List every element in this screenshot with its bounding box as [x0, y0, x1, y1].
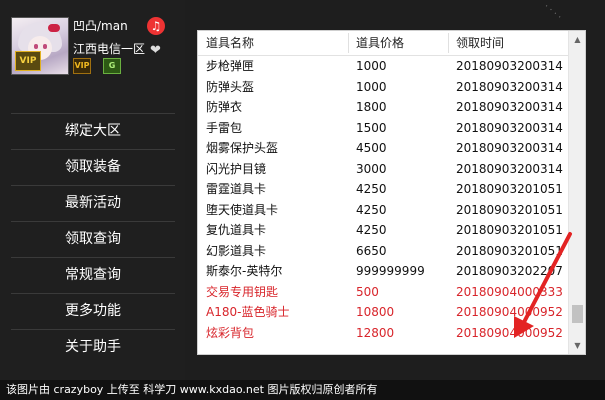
cell-item-name: 幻影道具卡	[206, 243, 267, 258]
cell-item-name: 雷霆道具卡	[206, 182, 267, 196]
menu-item-claim-equipment[interactable]: 领取装备	[11, 149, 175, 185]
scrollbar-thumb[interactable]	[572, 305, 583, 324]
table-row[interactable]: 防弹衣 1800 20180903200314	[198, 97, 568, 118]
cell-item-price: 4250	[356, 202, 387, 217]
table-row[interactable]: 烟雾保护头盔 4500 20180903200314	[198, 138, 568, 159]
table-header: 道具名称 道具价格 领取时间	[198, 31, 568, 56]
table-row[interactable]: 斯泰尔-英特尔 999999999 20180903202207	[198, 261, 568, 282]
cell-claim-time: 20180903200314	[456, 141, 563, 155]
cell-item-price: 6650	[356, 243, 387, 258]
cell-item-name: 步枪弹匣	[206, 59, 255, 73]
table-row[interactable]: 雷霆道具卡 4250 20180903201051	[198, 179, 568, 200]
username: 凹凸/man	[73, 19, 128, 33]
corner-watermark: · · · ·	[541, 2, 564, 23]
cell-claim-time: 20180903200314	[456, 120, 563, 135]
table-row[interactable]: 手雷包 1500 20180903200314	[198, 118, 568, 139]
cell-item-name: 烟雾保护头盔	[206, 141, 279, 155]
cell-item-price: 10800	[356, 305, 395, 319]
cell-claim-time: 20180903201051	[456, 202, 563, 217]
cell-item-price: 12800	[356, 325, 395, 340]
menu-item-more-features[interactable]: 更多功能	[11, 293, 175, 329]
cell-item-name: A180-蓝色骑士	[206, 305, 290, 319]
image-credit-footer: 该图片由 crazyboy 上传至 科学刀 www.kxdao.net 图片版权…	[0, 380, 605, 400]
column-header-price[interactable]: 道具价格	[356, 31, 404, 55]
cell-claim-time: 20180903200314	[456, 79, 563, 94]
green-badge-icon: G	[103, 58, 121, 74]
menu-item-claim-query[interactable]: 领取查询	[11, 221, 175, 257]
item-list-panel: 道具名称 道具价格 领取时间 步枪弹匣 1000 20180903200314 防弹头…	[197, 30, 586, 355]
avatar-eye	[34, 44, 38, 49]
column-header-time[interactable]: 领取时间	[456, 31, 504, 55]
cell-item-name: 交易专用钥匙	[206, 284, 279, 299]
cell-item-price: 999999999	[356, 264, 425, 278]
table-row[interactable]: 复仇道具卡 4250 20180903201051	[198, 220, 568, 241]
cell-item-name: 堕天使道具卡	[206, 202, 279, 217]
cell-item-name: 斯泰尔-英特尔	[206, 264, 283, 278]
avatar-eye	[43, 44, 47, 49]
cell-item-price: 1800	[356, 100, 387, 114]
cell-item-name: 复仇道具卡	[206, 223, 267, 237]
menu-item-latest-events[interactable]: 最新活动	[11, 185, 175, 221]
table-row[interactable]: 防弹头盔 1000 20180903200314	[198, 77, 568, 98]
cell-claim-time: 20180904000952	[456, 325, 563, 340]
cell-item-name: 防弹衣	[206, 100, 243, 114]
cell-item-price: 500	[356, 284, 379, 299]
cell-item-price: 1500	[356, 120, 387, 135]
column-header-name[interactable]: 道具名称	[206, 31, 254, 55]
cell-item-price: 4500	[356, 141, 387, 155]
cell-claim-time: 20180903200314	[456, 100, 563, 114]
menu-item-bind-region[interactable]: 绑定大区	[11, 113, 175, 149]
cell-item-name: 闪光护目镜	[206, 161, 267, 176]
vip-level-badge: VIP	[15, 51, 41, 71]
cell-claim-time: 20180903200314	[456, 59, 563, 73]
table-row[interactable]: 交易专用钥匙 500 20180904000333	[198, 282, 568, 303]
cell-item-price: 4250	[356, 182, 387, 196]
avatar-ribbon	[48, 24, 60, 32]
table-row[interactable]: 步枪弹匣 1000 20180903200314	[198, 56, 568, 77]
table-row[interactable]: 幻影道具卡 6650 20180903201051	[198, 241, 568, 262]
column-divider[interactable]	[348, 33, 349, 53]
cell-item-name: 防弹头盔	[206, 79, 255, 94]
cell-item-price: 1000	[356, 79, 387, 94]
cell-item-price: 4250	[356, 223, 387, 237]
cell-claim-time: 20180903201051	[456, 243, 563, 258]
cell-item-price: 1000	[356, 59, 387, 73]
column-divider[interactable]	[448, 33, 449, 53]
diamond-heart-icon[interactable]: ❤	[150, 44, 161, 57]
server-name[interactable]: 江西电信一区	[73, 40, 145, 57]
cell-claim-time: 20180903202207	[456, 264, 563, 278]
cell-claim-time: 20180904000952	[456, 305, 563, 319]
cell-claim-time: 20180903200314	[456, 161, 563, 176]
cell-claim-time: 20180903201051	[456, 223, 563, 237]
music-note-icon[interactable]: ♫	[147, 17, 165, 35]
cell-item-name: 手雷包	[206, 120, 243, 135]
table-row[interactable]: 闪光护目镜 3000 20180903200314	[198, 159, 568, 180]
cell-item-name: 炫彩背包	[206, 325, 255, 340]
vip-icon: VIP	[73, 58, 91, 74]
menu-item-general-query[interactable]: 常规查询	[11, 257, 175, 293]
sidebar-menu: 绑定大区 领取装备 最新活动 领取查询 常规查询 更多功能 关于助手	[11, 113, 175, 365]
scroll-down-icon[interactable]: ▼	[569, 337, 585, 354]
cell-claim-time: 20180904000333	[456, 284, 563, 299]
vertical-scrollbar[interactable]: ▲ ▼	[568, 31, 585, 354]
sidebar: VIP 凹凸/man 江西电信一区 ♫ ❤ VIP G 绑定大区 领取装备 最新…	[0, 0, 185, 380]
table-row[interactable]: 堕天使道具卡 4250 20180903201051	[198, 200, 568, 221]
table-row[interactable]: A180-蓝色骑士 10800 20180904000952	[198, 302, 568, 323]
cell-item-price: 3000	[356, 161, 387, 176]
menu-item-about[interactable]: 关于助手	[11, 329, 175, 365]
table-row[interactable]: 炫彩背包 12800 20180904000952	[198, 323, 568, 344]
cell-claim-time: 20180903201051	[456, 182, 563, 196]
scroll-up-icon[interactable]: ▲	[569, 31, 585, 48]
